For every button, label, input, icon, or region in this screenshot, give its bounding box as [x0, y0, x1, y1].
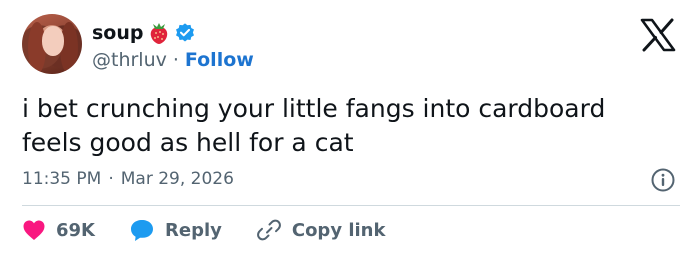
heart-icon [23, 220, 45, 240]
tweet-text: i bet crunching your little fangs into c… [22, 94, 606, 157]
author-name[interactable]: soup [92, 22, 144, 44]
timestamp-separator: · [108, 169, 114, 189]
link-icon [256, 219, 281, 241]
like-button[interactable]: 69K [22, 219, 95, 241]
tweet-actions: 69K Reply Copy link [22, 214, 419, 246]
follow-button[interactable]: Follow [185, 49, 254, 71]
author-handle[interactable]: @thrluv [92, 49, 167, 71]
tweet-time: 11:35 PM [22, 169, 102, 189]
copy-link-label: Copy link [291, 219, 386, 241]
divider [22, 205, 680, 206]
author-handle-row: @thrluv · Follow [92, 47, 254, 73]
x-logo-icon[interactable] [640, 18, 676, 52]
like-count: 69K [56, 219, 95, 241]
reply-label: Reply [165, 219, 222, 241]
tweet-timestamp[interactable]: 11:35 PM · Mar 29, 2026 [22, 166, 234, 192]
copy-link-button[interactable]: Copy link [256, 218, 386, 242]
info-icon[interactable] [650, 167, 676, 193]
tweet-date: Mar 29, 2026 [120, 169, 234, 189]
strawberry-emoji-icon [150, 23, 167, 44]
verified-badge-icon [175, 23, 194, 42]
avatar[interactable] [22, 14, 82, 74]
handle-separator: · [172, 49, 179, 71]
tweet-card: soup @thrluv · Follow i bet crunching yo… [0, 0, 700, 256]
avatar-face [42, 26, 64, 56]
reply-bubble-icon [131, 220, 153, 241]
reply-button[interactable]: Reply [129, 218, 222, 242]
author-name-row: soup [92, 18, 196, 48]
